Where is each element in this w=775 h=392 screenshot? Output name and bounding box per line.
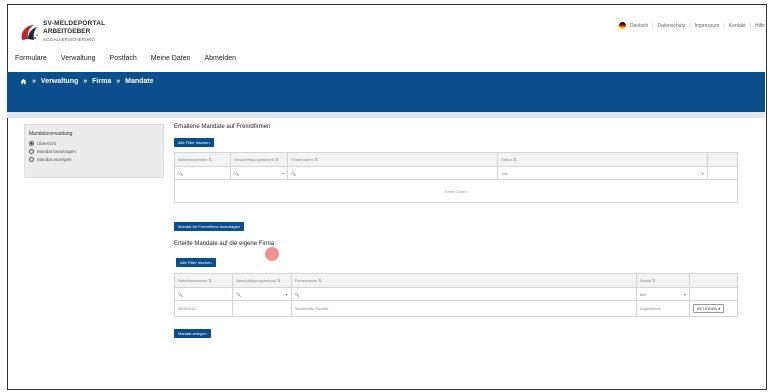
radio-checked-icon[interactable] — [29, 141, 34, 146]
radio-icon[interactable] — [29, 149, 34, 154]
empty-state: Keine Daten — [174, 179, 738, 203]
cell-firmenname: Steuerbüro Fischer — [290, 300, 637, 317]
sidebar-item-uebersicht[interactable]: Übersicht — [29, 141, 56, 146]
row-actions-button[interactable]: AKTIONEN ▾ — [692, 304, 725, 313]
col-beschaeftigung[interactable]: Beschäftigungsbetrieb ⇅ — [230, 152, 289, 167]
col-status[interactable]: Status ⇅ — [635, 273, 690, 288]
col-betriebsnummer[interactable]: Betriebsnummer ⇅ — [173, 273, 234, 288]
filter-firmenname[interactable]: 🔍 — [287, 166, 499, 180]
breadcrumb: » Verwaltung » Firma » Mandate — [20, 78, 154, 85]
filter-beschaeftigung[interactable]: 🔍 ▾ — [230, 166, 289, 180]
col-betriebsnummer[interactable]: Betriebsnummer ⇅ — [173, 152, 232, 167]
main-navigation: Formulare Verwaltung Postfach Meine Date… — [15, 55, 236, 62]
german-flag-icon — [618, 22, 626, 29]
filter-betriebsnummer[interactable]: 🔍 — [173, 166, 232, 180]
issued-mandates-table: Betriebsnummer ⇅ Beschäftigungsbetrieb ⇅… — [173, 273, 739, 317]
filter-firmenname[interactable]: 🔍 — [290, 287, 637, 301]
cell-betriebsnummer: 98301912 — [173, 300, 234, 317]
received-clear-filters-button[interactable]: Alle Filter löschen — [174, 138, 214, 147]
nav-postfach[interactable]: Postfach — [110, 55, 137, 62]
col-beschaeftigung[interactable]: Beschäftigungsbetrieb ⇅ — [232, 273, 292, 288]
mouse-cursor-highlight — [265, 247, 279, 261]
subheader-strip — [7, 112, 765, 118]
col-firmenname[interactable]: Firmenname ⇅ — [287, 152, 499, 167]
link-kontakt[interactable]: Kontakt — [729, 23, 746, 29]
create-mandate-button[interactable]: Mandat anlegen — [174, 329, 211, 338]
home-icon[interactable] — [20, 78, 27, 85]
request-mandate-button[interactable]: Mandat für Fremdfirma beantragen — [174, 222, 245, 231]
sidebar-item-label: Mandat anzeigen — [37, 157, 72, 162]
filter-beschaeftigung[interactable]: 🔍 ▾ — [232, 287, 292, 301]
received-mandates-table: Betriebsnummer ⇅ Beschäftigungsbetrieb ⇅… — [173, 152, 739, 203]
radio-icon[interactable] — [29, 157, 34, 162]
cell-status: Zugestimmt — [635, 300, 690, 317]
issued-section-title: Erteilte Mandate auf die eigene Firma — [174, 241, 275, 247]
issued-clear-filters-button[interactable]: Alle Filter löschen — [176, 258, 216, 267]
sidebar-title: Mandatsverwaltung — [29, 131, 73, 137]
top-links: Deutsch | Datenschutz | Impressum | Kont… — [618, 22, 765, 29]
logo-tagline: SOZIALVERSICHERUNG — [43, 37, 95, 42]
col-status[interactable]: Status ⇅ — [497, 152, 708, 167]
logo-title: SV-MELDEPORTAL — [43, 20, 106, 27]
filter-status-select[interactable]: Alle ▾ — [497, 166, 708, 180]
breadcrumb-verwaltung[interactable]: Verwaltung — [41, 78, 78, 85]
link-hilfe[interactable]: Hilfe — [755, 23, 765, 29]
received-section-title: Erhaltene Mandate auf Fremdfirmen — [174, 124, 271, 130]
sv-meldeportal-logo[interactable]: SV-MELDEPORTAL ARBEITGEBER SOZIALVERSICH… — [18, 20, 108, 50]
col-actions — [706, 152, 739, 167]
logo-icon — [21, 25, 38, 40]
sidebar-item-anzeigen[interactable]: Mandat anzeigen — [29, 157, 72, 162]
nav-abmelden[interactable]: Abmelden — [205, 55, 237, 62]
cell-beschaeftigung — [232, 300, 292, 317]
table-row[interactable]: 98301912 Steuerbüro Fischer Zugestimmt A… — [173, 300, 739, 317]
breadcrumb-firma[interactable]: Firma — [92, 78, 111, 85]
nav-verwaltung[interactable]: Verwaltung — [61, 55, 96, 62]
sidebar-item-beantragen[interactable]: Mandat beantragen — [29, 149, 76, 154]
filter-status-select[interactable]: Alle ▾ — [635, 287, 690, 301]
nav-meine-daten[interactable]: Meine Daten — [151, 55, 191, 62]
breadcrumb-mandate: Mandate — [125, 78, 154, 85]
sidebar-item-label: Mandat beantragen — [37, 149, 77, 154]
col-actions — [688, 273, 739, 288]
link-impressum[interactable]: Impressum — [695, 23, 720, 29]
sidebar-item-label: Übersicht — [37, 141, 57, 146]
sidebar: Mandatsverwaltung Übersicht Mandat beant… — [24, 124, 164, 178]
filter-betriebsnummer[interactable]: 🔍 — [173, 287, 234, 301]
logo-subtitle: ARBEITGEBER — [43, 28, 91, 35]
nav-formulare[interactable]: Formulare — [15, 55, 47, 62]
col-firmenname[interactable]: Firmenname ⇅ — [290, 273, 637, 288]
link-datenschutz[interactable]: Datenschutz — [658, 23, 686, 29]
link-language[interactable]: Deutsch — [630, 23, 648, 29]
